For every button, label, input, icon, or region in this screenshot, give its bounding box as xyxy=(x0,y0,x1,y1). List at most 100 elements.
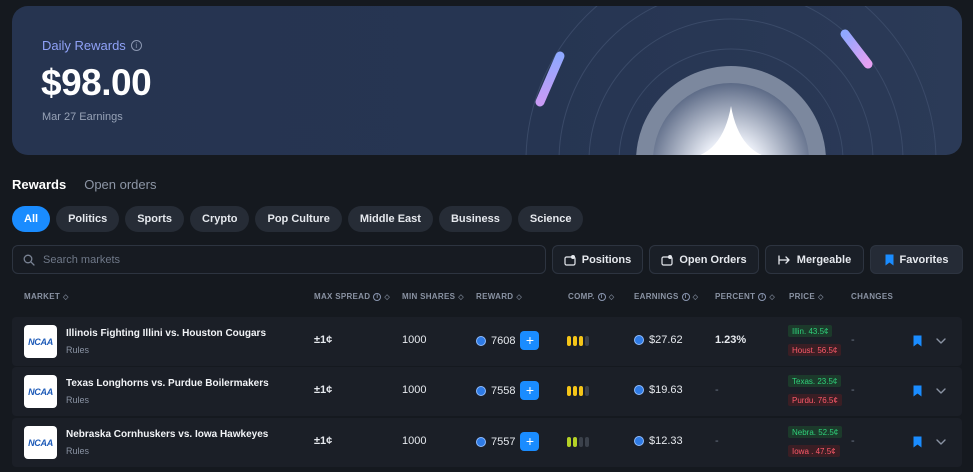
percent-value: 1.23% xyxy=(715,334,747,346)
ncaa-logo: NCAA xyxy=(24,375,57,408)
filter-all[interactable]: All xyxy=(12,206,51,232)
earnings-value: $27.62 xyxy=(649,334,683,346)
filter-middle-east[interactable]: Middle East xyxy=(347,206,433,232)
price-no[interactable]: Houst. 56.5¢ xyxy=(788,344,842,356)
search-box xyxy=(12,245,546,274)
favorites-button[interactable]: Favorites xyxy=(870,245,963,274)
sort-icon: ◇ xyxy=(384,293,391,301)
filter-pop-culture[interactable]: Pop Culture xyxy=(255,206,342,232)
table-row[interactable]: NCAA Illinois Fighting Illini vs. Housto… xyxy=(12,317,962,366)
price-yes[interactable]: Texas. 23.5¢ xyxy=(788,375,842,387)
column-earnings[interactable]: EARNINGS i ◇ xyxy=(634,292,698,301)
add-reward-button[interactable]: + xyxy=(520,381,540,400)
open-orders-button[interactable]: Open Orders xyxy=(649,245,759,274)
rules-link[interactable]: Rules xyxy=(66,446,89,456)
column-reward[interactable]: REWARD ◇ xyxy=(476,292,522,301)
mergeable-button[interactable]: Mergeable xyxy=(765,245,864,274)
percent-value: - xyxy=(715,384,719,396)
coin-icon xyxy=(476,335,486,346)
search-input[interactable] xyxy=(43,253,523,266)
table-row[interactable]: NCAA Texas Longhorns vs. Purdue Boilerma… xyxy=(12,367,962,416)
market-name[interactable]: Nebraska Cornhuskers vs. Iowa Hawkeyes xyxy=(66,429,268,440)
earnings-cell: $19.63 xyxy=(634,384,683,396)
reward-cell: 7608 + xyxy=(476,331,540,350)
chevron-down-icon[interactable] xyxy=(935,436,947,448)
filter-crypto[interactable]: Crypto xyxy=(190,206,250,232)
positions-button[interactable]: Positions xyxy=(552,245,643,274)
add-reward-button[interactable]: + xyxy=(520,331,540,350)
min-shares-value: 1000 xyxy=(402,384,427,396)
positions-label: Positions xyxy=(581,253,632,266)
chevron-down-icon[interactable] xyxy=(935,335,947,347)
filter-politics[interactable]: Politics xyxy=(56,206,120,232)
sort-icon: ◇ xyxy=(458,293,464,301)
ncaa-logo: NCAA xyxy=(24,426,57,459)
column-max-spread-label: MAX SPREAD xyxy=(314,292,371,301)
column-market-label: MARKET xyxy=(24,292,61,301)
competition-bar xyxy=(567,437,571,447)
coin-icon xyxy=(476,385,486,396)
tab-open-orders[interactable]: Open orders xyxy=(84,177,156,192)
bookmark-icon[interactable] xyxy=(913,335,922,347)
info-icon[interactable]: i xyxy=(130,40,142,51)
price-no[interactable]: Purdu. 76.5¢ xyxy=(788,394,842,406)
column-market[interactable]: MARKET ◇ xyxy=(24,292,69,301)
percent-value: - xyxy=(715,435,719,447)
open-orders-label: Open Orders xyxy=(679,253,747,266)
column-min-shares[interactable]: MIN SHARES ◇ xyxy=(402,292,464,301)
competition-bar xyxy=(579,386,583,396)
sort-icon: ◇ xyxy=(608,293,615,301)
sort-icon: ◇ xyxy=(63,293,69,301)
column-max-spread[interactable]: MAX SPREAD i ◇ xyxy=(314,292,390,301)
reward-cell: 7558 + xyxy=(476,381,540,400)
banner-title: Daily Rewards i xyxy=(42,38,142,53)
table-header: MARKET ◇ MAX SPREAD i ◇ MIN SHARES ◇ REWARD ◇… xyxy=(12,292,962,306)
merge-icon xyxy=(778,254,790,265)
mergeable-label: Mergeable xyxy=(796,253,852,266)
info-icon: i xyxy=(758,292,767,301)
bookmark-icon[interactable] xyxy=(913,436,922,448)
column-changes: CHANGES xyxy=(851,292,893,301)
column-price[interactable]: PRICE ◇ xyxy=(789,292,824,301)
column-percent[interactable]: PERCENT i ◇ xyxy=(715,292,775,301)
competition-bar xyxy=(585,386,589,396)
column-price-label: PRICE xyxy=(789,292,815,301)
sort-icon: ◇ xyxy=(769,293,776,301)
reward-value: 7608 xyxy=(491,334,516,347)
column-changes-label: CHANGES xyxy=(851,292,894,301)
info-icon: i xyxy=(373,292,382,301)
favorites-label: Favorites xyxy=(899,253,949,266)
column-reward-label: REWARD xyxy=(476,292,514,301)
ncaa-logo: NCAA xyxy=(24,325,57,358)
column-comp[interactable]: COMP. i ◇ xyxy=(568,292,614,301)
sort-icon: ◇ xyxy=(692,293,699,301)
min-shares-value: 1000 xyxy=(402,435,427,447)
filter-sports[interactable]: Sports xyxy=(125,206,185,232)
chevron-down-icon[interactable] xyxy=(935,385,947,397)
filter-business[interactable]: Business xyxy=(438,206,512,232)
competition-bar xyxy=(579,336,583,346)
market-name[interactable]: Texas Longhorns vs. Purdue Boilermakers xyxy=(66,378,269,389)
coin-icon xyxy=(634,436,644,446)
max-spread-value: ±1¢ xyxy=(314,384,333,396)
info-icon: i xyxy=(681,292,690,301)
column-percent-label: PERCENT xyxy=(715,292,756,301)
column-comp-label: COMP. xyxy=(568,292,595,301)
competition-meter xyxy=(567,386,589,396)
add-reward-button[interactable]: + xyxy=(520,432,540,451)
table-row[interactable]: NCAA Nebraska Cornhuskers vs. Iowa Hawke… xyxy=(12,418,962,467)
rules-link[interactable]: Rules xyxy=(66,395,89,405)
competition-bar xyxy=(579,437,583,447)
price-yes[interactable]: Nebra. 52.5¢ xyxy=(788,426,843,438)
rules-link[interactable]: Rules xyxy=(66,345,89,355)
competition-bar xyxy=(585,336,589,346)
price-no[interactable]: Iowa . 47.5¢ xyxy=(788,445,840,457)
logo-text: NCAA xyxy=(28,437,53,448)
search-icon xyxy=(23,254,35,266)
daily-rewards-banner: Daily Rewards i $98.00 Mar 27 Earnings xyxy=(12,6,962,155)
bookmark-icon[interactable] xyxy=(913,385,922,397)
price-yes[interactable]: Illin. 43.5¢ xyxy=(788,325,833,337)
filter-science[interactable]: Science xyxy=(517,206,584,232)
market-name[interactable]: Illinois Fighting Illini vs. Houston Cou… xyxy=(66,328,266,339)
tab-rewards[interactable]: Rewards xyxy=(12,177,66,192)
